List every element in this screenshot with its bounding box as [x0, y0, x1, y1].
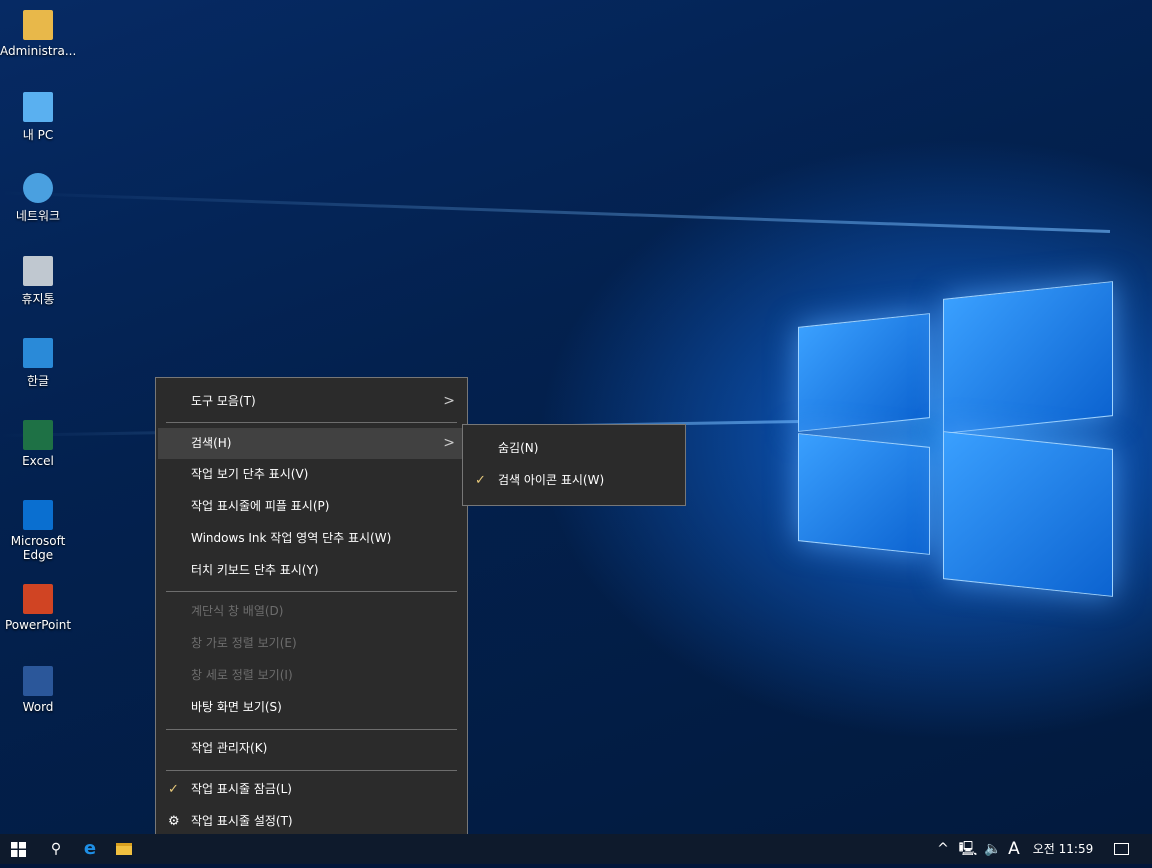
- icon-label: 휴지통: [21, 292, 55, 306]
- menu-item-task-manager[interactable]: 작업 관리자(K): [158, 733, 465, 764]
- desktop-icon-excel[interactable]: Excel: [0, 420, 76, 468]
- menu-item-search[interactable]: 검색(H) >: [158, 428, 465, 459]
- menu-label: 계단식 창 배열(D): [191, 604, 284, 618]
- menu-label: 작업 표시줄 설정(T): [191, 814, 293, 828]
- icon-label: 내 PC: [22, 128, 54, 142]
- icon-label: Administra...: [0, 44, 77, 58]
- menu-item-toolbars[interactable]: 도구 모음(T) >: [158, 386, 465, 417]
- start-button[interactable]: [0, 834, 36, 864]
- computer-icon: [23, 92, 53, 122]
- menu-item-task-view[interactable]: 작업 보기 단추 표시(V): [158, 459, 465, 490]
- icon-label: Excel: [22, 454, 54, 468]
- menu-item-lock-taskbar[interactable]: ✓ 작업 표시줄 잠금(L): [158, 774, 465, 805]
- desktop-icon-edge[interactable]: Microsoft Edge: [0, 500, 76, 562]
- menu-label: 바탕 화면 보기(S): [191, 700, 282, 714]
- speaker-icon: 🔈: [984, 841, 1002, 857]
- menu-label: 터치 키보드 단추 표시(Y): [191, 563, 319, 577]
- network-tray-button[interactable]: 🖳: [956, 834, 980, 864]
- desktop-icon-administrator[interactable]: Administra...: [0, 10, 76, 58]
- menu-item-stacked: 창 가로 정렬 보기(E): [158, 628, 465, 659]
- menu-label: 작업 표시줄에 피플 표시(P): [191, 499, 330, 513]
- menu-label: Windows Ink 작업 영역 단추 표시(W): [191, 531, 392, 545]
- file-explorer-button[interactable]: [108, 834, 140, 864]
- chevron-right-icon: >: [443, 435, 455, 451]
- menu-label: 작업 관리자(K): [191, 741, 268, 755]
- edge-taskbar-button[interactable]: e: [74, 834, 106, 864]
- light-beam: [0, 191, 1111, 233]
- menu-item-side-by-side: 창 세로 정렬 보기(I): [158, 660, 465, 691]
- icon-label: Word: [22, 700, 54, 714]
- volume-button[interactable]: 🔈: [982, 834, 1004, 864]
- edge-icon: [23, 500, 53, 530]
- windows-logo-pane: [943, 281, 1113, 434]
- menu-label: 숨김(N): [498, 441, 539, 455]
- menu-label: 작업 표시줄 잠금(L): [191, 782, 292, 796]
- menu-label: 창 세로 정렬 보기(I): [191, 668, 293, 682]
- desktop-icon-recycle-bin[interactable]: 휴지통: [0, 256, 76, 307]
- gear-icon: ⚙: [168, 814, 180, 829]
- menu-separator: [166, 729, 457, 730]
- recycle-bin-icon: [23, 256, 53, 286]
- powerpoint-icon: [23, 584, 53, 614]
- notification-icon: [1113, 843, 1129, 855]
- taskbar-context-menu: 도구 모음(T) > 검색(H) > 작업 보기 단추 표시(V) 작업 표시줄에 …: [155, 377, 468, 846]
- menu-item-taskbar-settings[interactable]: ⚙ 작업 표시줄 설정(T): [158, 806, 465, 837]
- folder-icon: [116, 843, 132, 855]
- edge-icon: e: [83, 838, 97, 859]
- icon-label: PowerPoint: [4, 618, 72, 632]
- ime-indicator[interactable]: A: [1004, 834, 1024, 864]
- network-wired-icon: 🖳: [958, 841, 978, 857]
- menu-label: 창 가로 정렬 보기(E): [191, 636, 297, 650]
- search-submenu: 숨김(N) ✓ 검색 아이콘 표시(W): [462, 424, 686, 506]
- menu-label: 도구 모음(T): [191, 394, 256, 408]
- desktop-icon-hangul[interactable]: 한글: [0, 338, 76, 389]
- menu-item-touch-keyboard[interactable]: 터치 키보드 단추 표시(Y): [158, 555, 465, 586]
- menu-separator: [166, 770, 457, 771]
- desktop-icon-word[interactable]: Word: [0, 666, 76, 714]
- checkmark-icon: ✓: [475, 473, 486, 488]
- windows-logo-icon: [10, 842, 26, 857]
- menu-label: 검색(H): [191, 436, 232, 450]
- windows-logo-pane: [798, 433, 930, 555]
- icon-label: 한글: [26, 374, 50, 388]
- windows-logo-pane: [798, 313, 930, 432]
- action-center-button[interactable]: [1106, 834, 1136, 864]
- user-folder-icon: [23, 10, 53, 40]
- hangul-app-icon: [23, 338, 53, 368]
- checkmark-icon: ✓: [168, 782, 179, 797]
- menu-item-cascade: 계단식 창 배열(D): [158, 596, 465, 627]
- desktop-icon-powerpoint[interactable]: PowerPoint: [0, 584, 76, 632]
- clock[interactable]: 오전 11:59: [1030, 834, 1096, 864]
- chevron-up-icon: ^: [937, 841, 949, 857]
- desktop-icon-network[interactable]: 네트워크: [0, 173, 76, 224]
- submenu-item-hidden[interactable]: 숨김(N): [465, 433, 683, 464]
- menu-item-people[interactable]: 작업 표시줄에 피플 표시(P): [158, 491, 465, 522]
- menu-separator: [166, 422, 457, 423]
- network-icon: [23, 173, 53, 203]
- menu-label: 작업 보기 단추 표시(V): [191, 467, 309, 481]
- menu-item-show-desktop[interactable]: 바탕 화면 보기(S): [158, 692, 465, 723]
- search-button[interactable]: ⚲: [40, 834, 72, 864]
- menu-separator: [166, 591, 457, 592]
- excel-icon: [23, 420, 53, 450]
- menu-item-windows-ink[interactable]: Windows Ink 작업 영역 단추 표시(W): [158, 523, 465, 554]
- show-hidden-icons-button[interactable]: ^: [932, 834, 954, 864]
- icon-label: 네트워크: [15, 209, 61, 223]
- chevron-right-icon: >: [443, 393, 455, 409]
- desktop-icon-this-pc[interactable]: 내 PC: [0, 92, 76, 143]
- search-icon: ⚲: [50, 841, 62, 857]
- submenu-item-show-search-icon[interactable]: ✓ 검색 아이콘 표시(W): [465, 465, 683, 496]
- taskbar: ⚲ e ^ 🖳 🔈 A 오전 11:59: [0, 834, 1152, 864]
- word-icon: [23, 666, 53, 696]
- icon-label: Microsoft Edge: [10, 534, 66, 562]
- windows-logo-pane: [943, 431, 1113, 597]
- menu-label: 검색 아이콘 표시(W): [498, 473, 605, 487]
